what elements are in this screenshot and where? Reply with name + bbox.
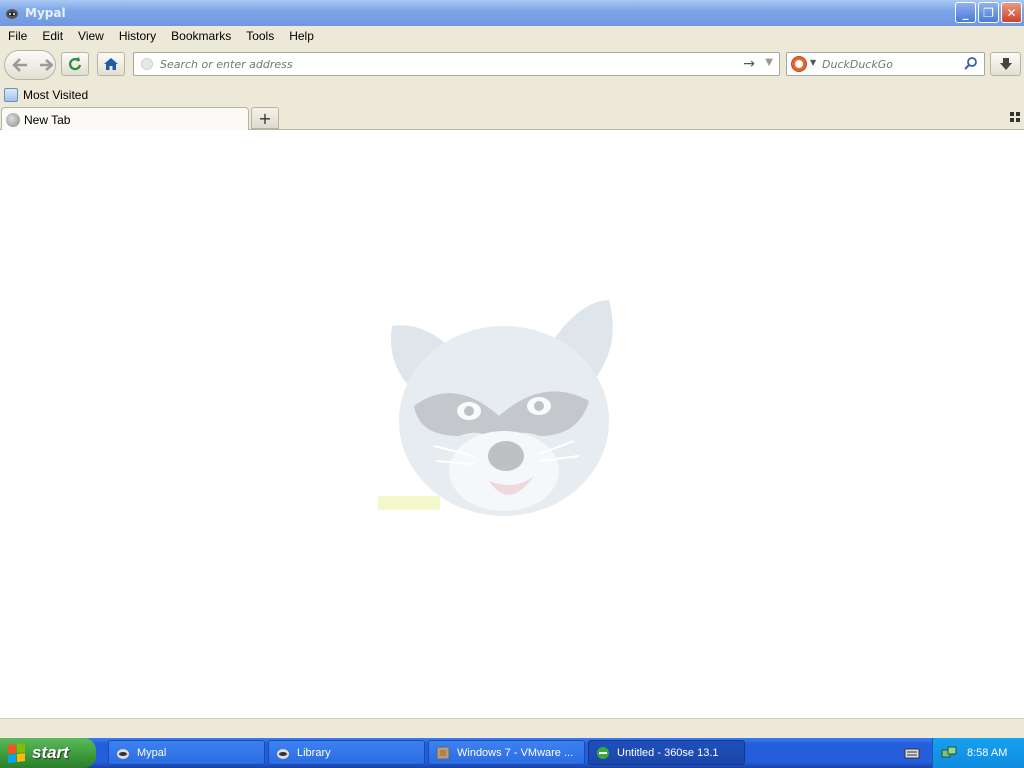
search-icon[interactable]: [964, 56, 978, 73]
plus-icon: +: [258, 108, 272, 128]
forward-arrow-icon: [40, 59, 53, 71]
status-bar: [0, 718, 1024, 738]
new-tab-button[interactable]: +: [251, 107, 279, 129]
search-bar[interactable]: ▼: [786, 52, 985, 76]
minimize-icon: _: [962, 5, 969, 20]
360se-icon: [595, 745, 611, 761]
close-button[interactable]: ✕: [1001, 2, 1022, 23]
home-icon: [104, 58, 118, 70]
back-button[interactable]: [5, 51, 35, 79]
network-icon[interactable]: [941, 745, 957, 761]
history-dropdown-icon[interactable]: ▼: [765, 57, 773, 68]
keyboard-icon[interactable]: [904, 746, 920, 760]
raccoon-icon: [4, 5, 20, 21]
globe-icon: [6, 112, 20, 127]
site-identity-icon[interactable]: [141, 58, 153, 70]
tab-strip: New Tab +: [0, 106, 1024, 131]
taskbar-item-mypal[interactable]: Mypal: [108, 740, 265, 765]
download-arrow-icon: [999, 58, 1012, 70]
task-label: Mypal: [137, 746, 167, 759]
back-arrow-icon: [12, 58, 27, 72]
vmware-icon: [435, 745, 451, 761]
task-label: Windows 7 - VMware ...: [457, 746, 574, 759]
task-label: Library: [297, 746, 331, 759]
raccoon-icon: [275, 745, 291, 761]
restore-icon: ❐: [983, 5, 994, 20]
list-all-tabs-icon[interactable]: [1010, 112, 1020, 122]
home-button[interactable]: [97, 52, 125, 76]
downloads-button[interactable]: [990, 52, 1021, 76]
taskbar-item-360se[interactable]: Untitled - 360se 13.1: [588, 740, 745, 765]
clock[interactable]: 8:58 AM: [967, 747, 1007, 759]
title-bar: Mypal _ ❐ ✕: [0, 0, 1024, 26]
menu-bookmarks[interactable]: Bookmarks: [165, 29, 237, 43]
menu-edit[interactable]: Edit: [36, 29, 69, 43]
back-forward-group: [4, 50, 56, 80]
tab-new-tab[interactable]: New Tab: [1, 107, 249, 131]
bookmarks-folder-icon: [4, 88, 18, 102]
menu-view[interactable]: View: [72, 29, 110, 43]
taskbar: start Mypal Library Windows 7 - VMware .…: [0, 738, 1024, 768]
navigation-toolbar: → ▼ ▼: [0, 46, 1024, 84]
tab-label: New Tab: [24, 112, 71, 127]
search-input[interactable]: [822, 57, 962, 71]
menu-history[interactable]: History: [113, 29, 162, 43]
task-label: Untitled - 360se 13.1: [617, 746, 719, 759]
close-icon: ✕: [1006, 5, 1017, 20]
minimize-button[interactable]: _: [955, 2, 976, 23]
menu-file[interactable]: File: [2, 29, 33, 43]
forward-button[interactable]: [37, 51, 55, 79]
start-label: start: [32, 743, 69, 762]
bookmark-most-visited[interactable]: Most Visited: [23, 88, 88, 102]
bookmarks-toolbar: Most Visited: [0, 84, 1024, 106]
windows-logo-icon: [8, 743, 26, 763]
go-arrow-icon[interactable]: →: [743, 56, 755, 72]
duckduckgo-icon[interactable]: [791, 56, 807, 72]
taskbar-item-library[interactable]: Library: [268, 740, 425, 765]
menu-bar: File Edit View History Bookmarks Tools H…: [0, 26, 1024, 46]
window-title: Mypal: [25, 6, 66, 20]
reload-button[interactable]: [61, 52, 89, 76]
raccoon-icon: [115, 745, 131, 761]
address-bar[interactable]: → ▼: [133, 52, 780, 76]
restore-button[interactable]: ❐: [978, 2, 999, 23]
taskbar-item-vmware[interactable]: Windows 7 - VMware ...: [428, 740, 585, 765]
menu-help[interactable]: Help: [283, 29, 320, 43]
page-content: [0, 130, 1024, 718]
reload-icon: [68, 57, 82, 71]
menu-tools[interactable]: Tools: [240, 29, 280, 43]
system-tray: 8:58 AM: [932, 738, 1024, 768]
mypal-raccoon-logo: [378, 300, 613, 516]
url-input[interactable]: [160, 57, 730, 71]
search-engine-dropdown-icon[interactable]: ▼: [810, 58, 816, 67]
start-button[interactable]: start: [0, 738, 96, 768]
